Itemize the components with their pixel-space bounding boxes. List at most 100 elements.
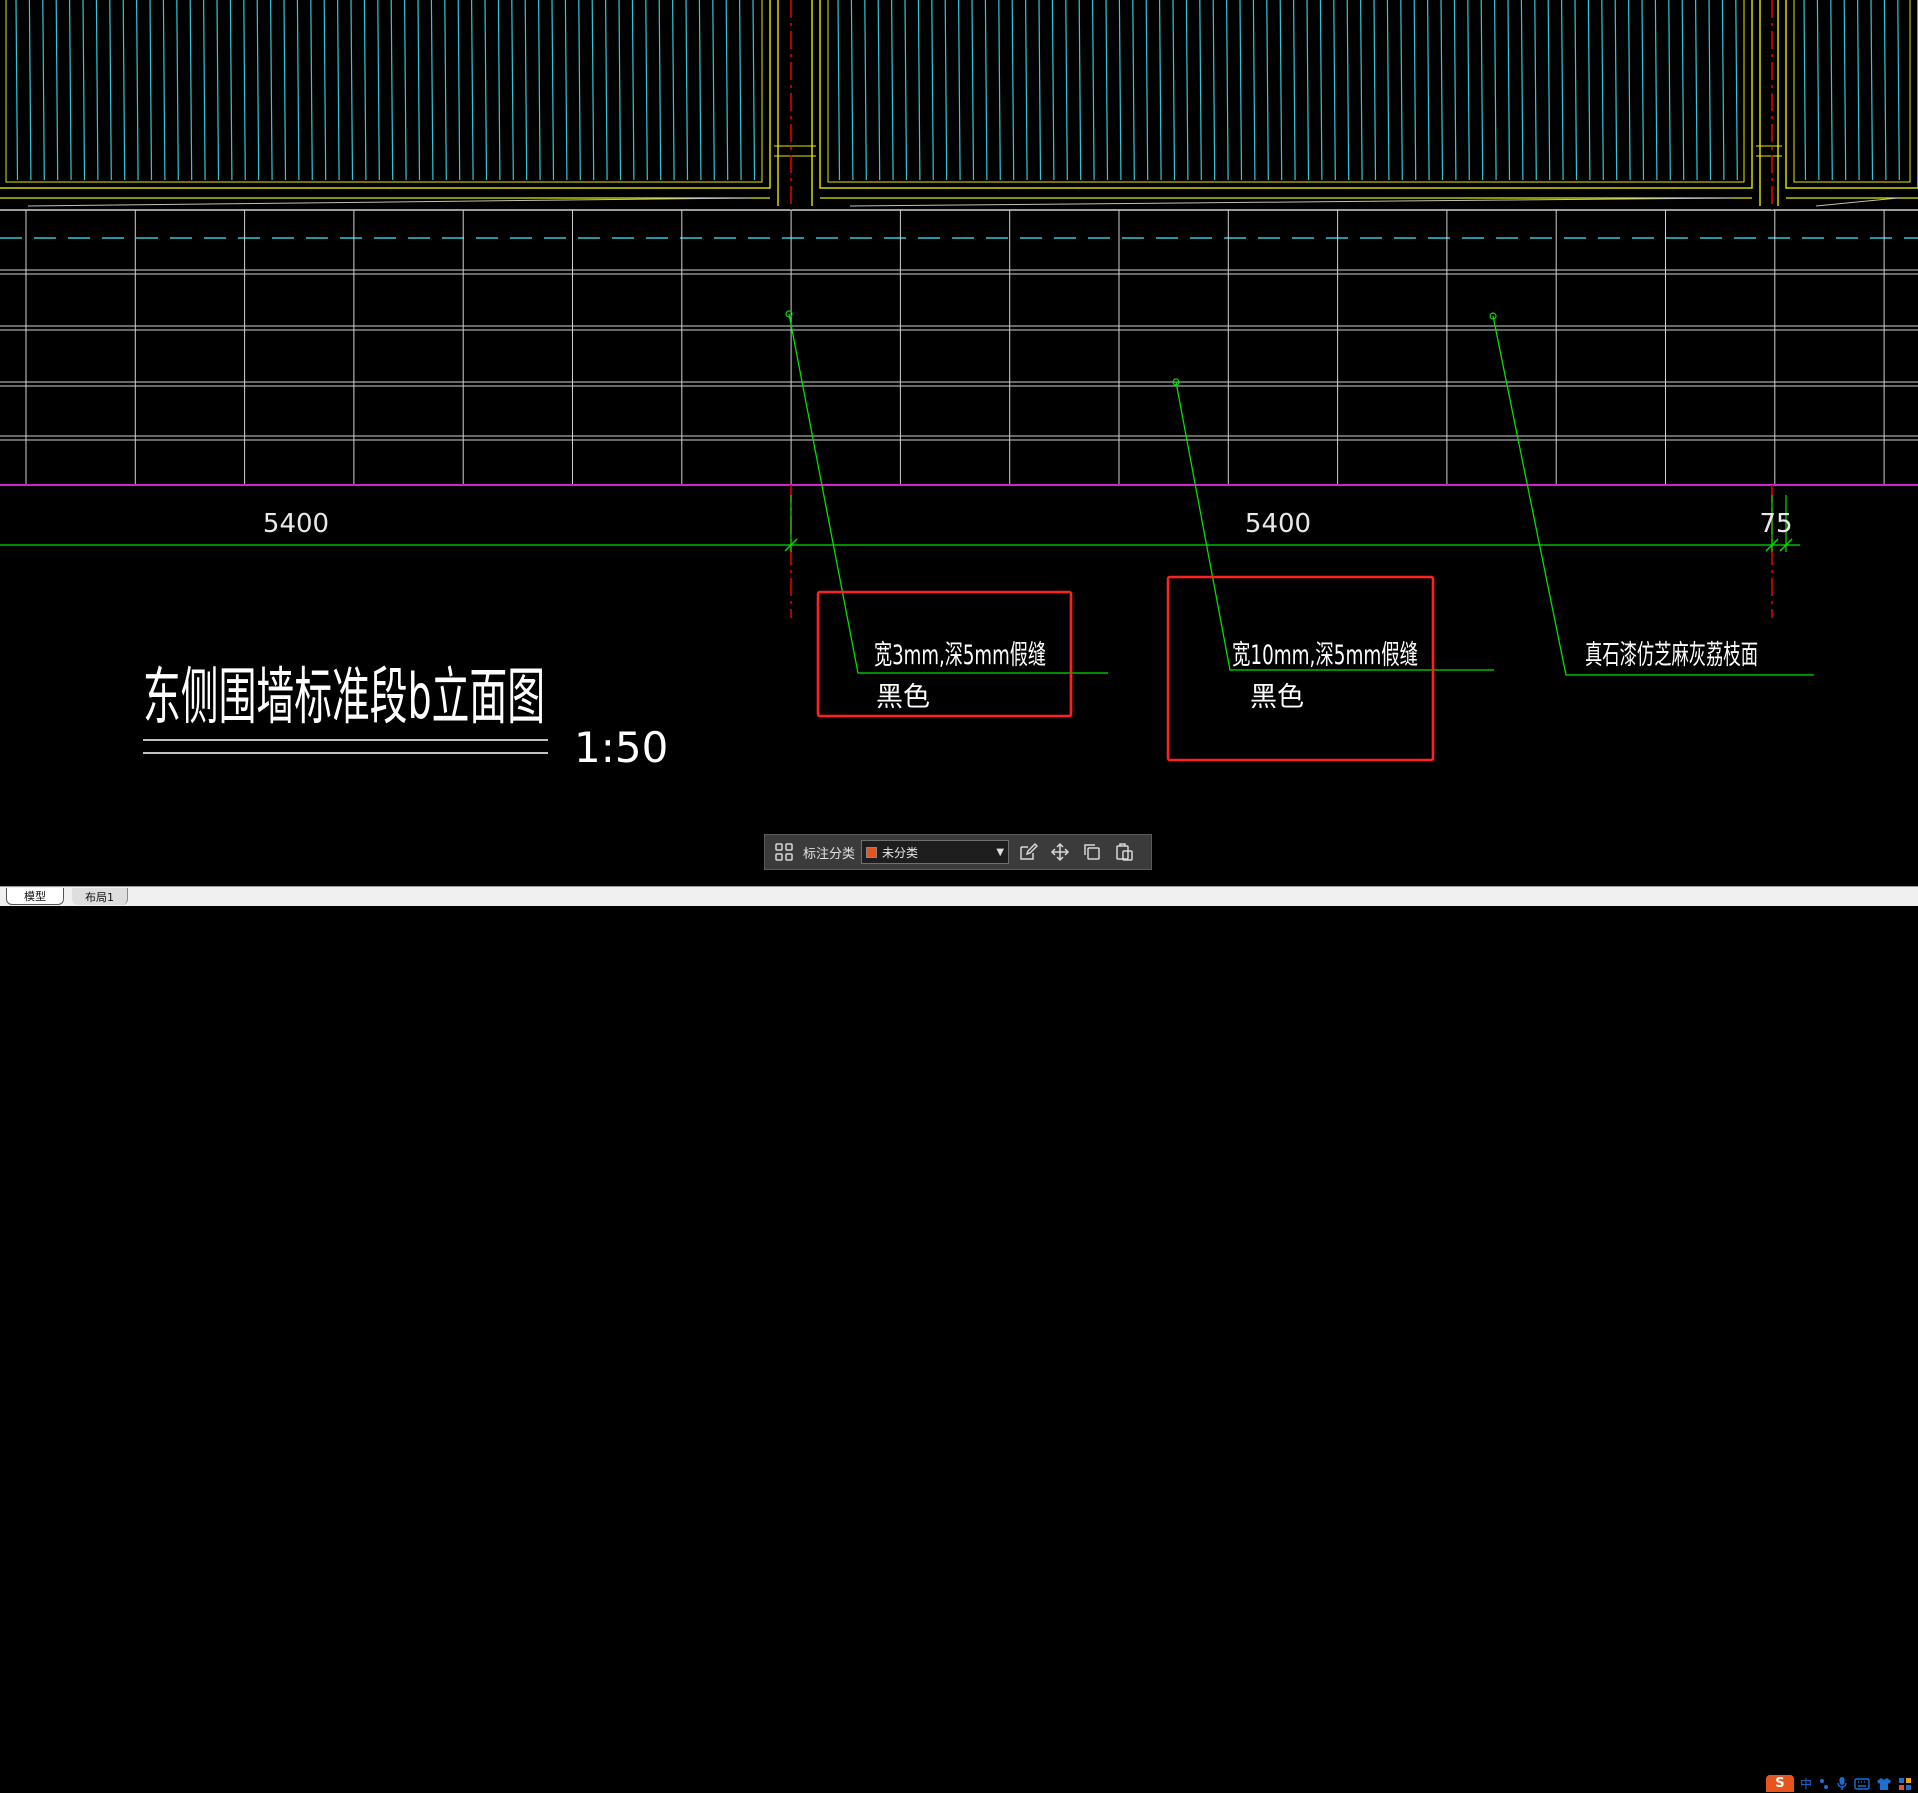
- ime-language-toggle[interactable]: 中: [1800, 1776, 1812, 1792]
- annotation-2-line1: 宽10mm,深5mm假缝: [1232, 640, 1418, 671]
- panel-bar: [931, 0, 934, 181]
- tab-layout1-label: 布局1: [85, 890, 114, 904]
- panel-bar: [1601, 0, 1604, 181]
- panel-bar: [1091, 0, 1095, 181]
- panel-bar: [890, 0, 894, 181]
- move-icon[interactable]: [1047, 839, 1073, 865]
- leader-line: [1175, 381, 1494, 671]
- panel-bar: [712, 0, 715, 181]
- panel-bar: [1507, 0, 1511, 181]
- annotation-toolbar: 标注分类 未分类 ▼: [764, 834, 1152, 870]
- panel-bar: [685, 0, 689, 181]
- panel-bar: [95, 0, 99, 181]
- panel-bar: [109, 0, 112, 181]
- panel-bar: [1105, 0, 1109, 181]
- panel-bar: [1266, 0, 1269, 181]
- fence-panels: [0, 0, 1918, 207]
- panel-bar: [1830, 0, 1833, 181]
- grid-icon[interactable]: [771, 839, 797, 865]
- panel-bar: [1292, 0, 1296, 181]
- paste-icon[interactable]: [1111, 839, 1137, 865]
- panel-bar: [837, 0, 841, 181]
- dimension-text-right: 75: [1759, 509, 1792, 539]
- sogou-ime-icon[interactable]: S: [1765, 1775, 1794, 1792]
- panel-bar: [1735, 0, 1738, 181]
- panel-bar: [1721, 0, 1725, 181]
- panel-frame: [0, 0, 771, 189]
- panel-bar: [1681, 0, 1685, 181]
- panel-bar: [1279, 0, 1283, 181]
- panel-bar: [1843, 0, 1847, 181]
- panel-bar: [1641, 0, 1645, 181]
- panel-bar: [738, 0, 742, 181]
- panel-bar: [984, 0, 988, 181]
- panel-bar: [1426, 0, 1430, 181]
- panel-bar: [1547, 0, 1551, 181]
- tools-icon[interactable]: [1898, 1776, 1912, 1792]
- panel-bar: [511, 0, 514, 181]
- panel-bar: [1359, 0, 1363, 181]
- copy-icon[interactable]: [1079, 839, 1105, 865]
- panel-inner-frame: [5, 0, 763, 183]
- drawing-title: 东侧围墙标准段b立面图: [143, 660, 545, 733]
- wall-grid: [0, 209, 1918, 486]
- panel-bar: [296, 0, 300, 181]
- panel-bar: [917, 0, 921, 181]
- tab-model-label: 模型: [24, 890, 46, 903]
- panel-bar: [1185, 0, 1189, 181]
- category-label: 标注分类: [803, 846, 856, 862]
- panel-bar: [136, 0, 139, 181]
- panel-bar: [564, 0, 568, 181]
- leader-line: [1492, 315, 1814, 676]
- leader-lines: [785, 310, 1814, 676]
- panel-sill-slope: [849, 197, 1733, 207]
- panel-bar: [363, 0, 367, 181]
- panel-bar: [752, 0, 756, 181]
- panel-bar: [604, 0, 608, 181]
- panel-bar: [971, 0, 975, 181]
- panel-bar: [1172, 0, 1176, 181]
- panel-bar: [1493, 0, 1497, 181]
- panel-inner-frame: [1793, 0, 1911, 183]
- dimension-text-left: 5400: [263, 509, 329, 539]
- panel-bar: [1560, 0, 1564, 181]
- panel-bar: [1440, 0, 1444, 181]
- panel-bar: [189, 0, 193, 181]
- tab-model[interactable]: 模型: [6, 888, 64, 905]
- panel-bar: [631, 0, 635, 181]
- panel-bar: [1897, 0, 1900, 181]
- panel-bar: [457, 0, 461, 181]
- category-select-value: 未分类: [882, 845, 919, 860]
- panel-bar: [497, 0, 501, 181]
- category-select[interactable]: 未分类 ▼: [861, 840, 1010, 864]
- panel-bar: [1118, 0, 1122, 181]
- annotation-2-line2: 黑色: [1250, 682, 1304, 713]
- panel-bar: [1225, 0, 1229, 181]
- panel-bar: [725, 0, 729, 181]
- keyboard-icon[interactable]: [1854, 1776, 1870, 1792]
- panel-bar: [444, 0, 447, 181]
- edit-icon[interactable]: [1015, 839, 1041, 865]
- panel-bar: [1306, 0, 1310, 181]
- panel-bar: [1520, 0, 1524, 181]
- panel-bar: [551, 0, 555, 181]
- panel-bar: [1024, 0, 1028, 181]
- panel-bar: [15, 0, 19, 181]
- shirt-icon[interactable]: [1876, 1776, 1892, 1792]
- panel-bar: [484, 0, 488, 181]
- microphone-icon[interactable]: [1836, 1776, 1848, 1792]
- panel-bar: [176, 0, 179, 181]
- annotation-1-line1: 宽3mm,深5mm假缝: [874, 640, 1046, 671]
- punctuation-icon[interactable]: [1818, 1776, 1830, 1792]
- panel-bar: [1051, 0, 1055, 181]
- tab-layout1[interactable]: 布局1: [72, 888, 128, 905]
- panel-bar: [82, 0, 86, 181]
- panel-bar: [1145, 0, 1149, 181]
- panel-bar: [471, 0, 474, 181]
- panel-bar: [350, 0, 354, 181]
- layout-tab-bar: 模型 布局1 S 中: [0, 886, 1918, 1792]
- panel-bar: [1627, 0, 1631, 181]
- panel-bar: [1132, 0, 1135, 181]
- panel-bar: [55, 0, 59, 181]
- cad-drawing-canvas[interactable]: 5400 5400 75 宽3mm,深5mm假缝 黑色 宽10mm,深5mm假缝…: [0, 0, 1918, 886]
